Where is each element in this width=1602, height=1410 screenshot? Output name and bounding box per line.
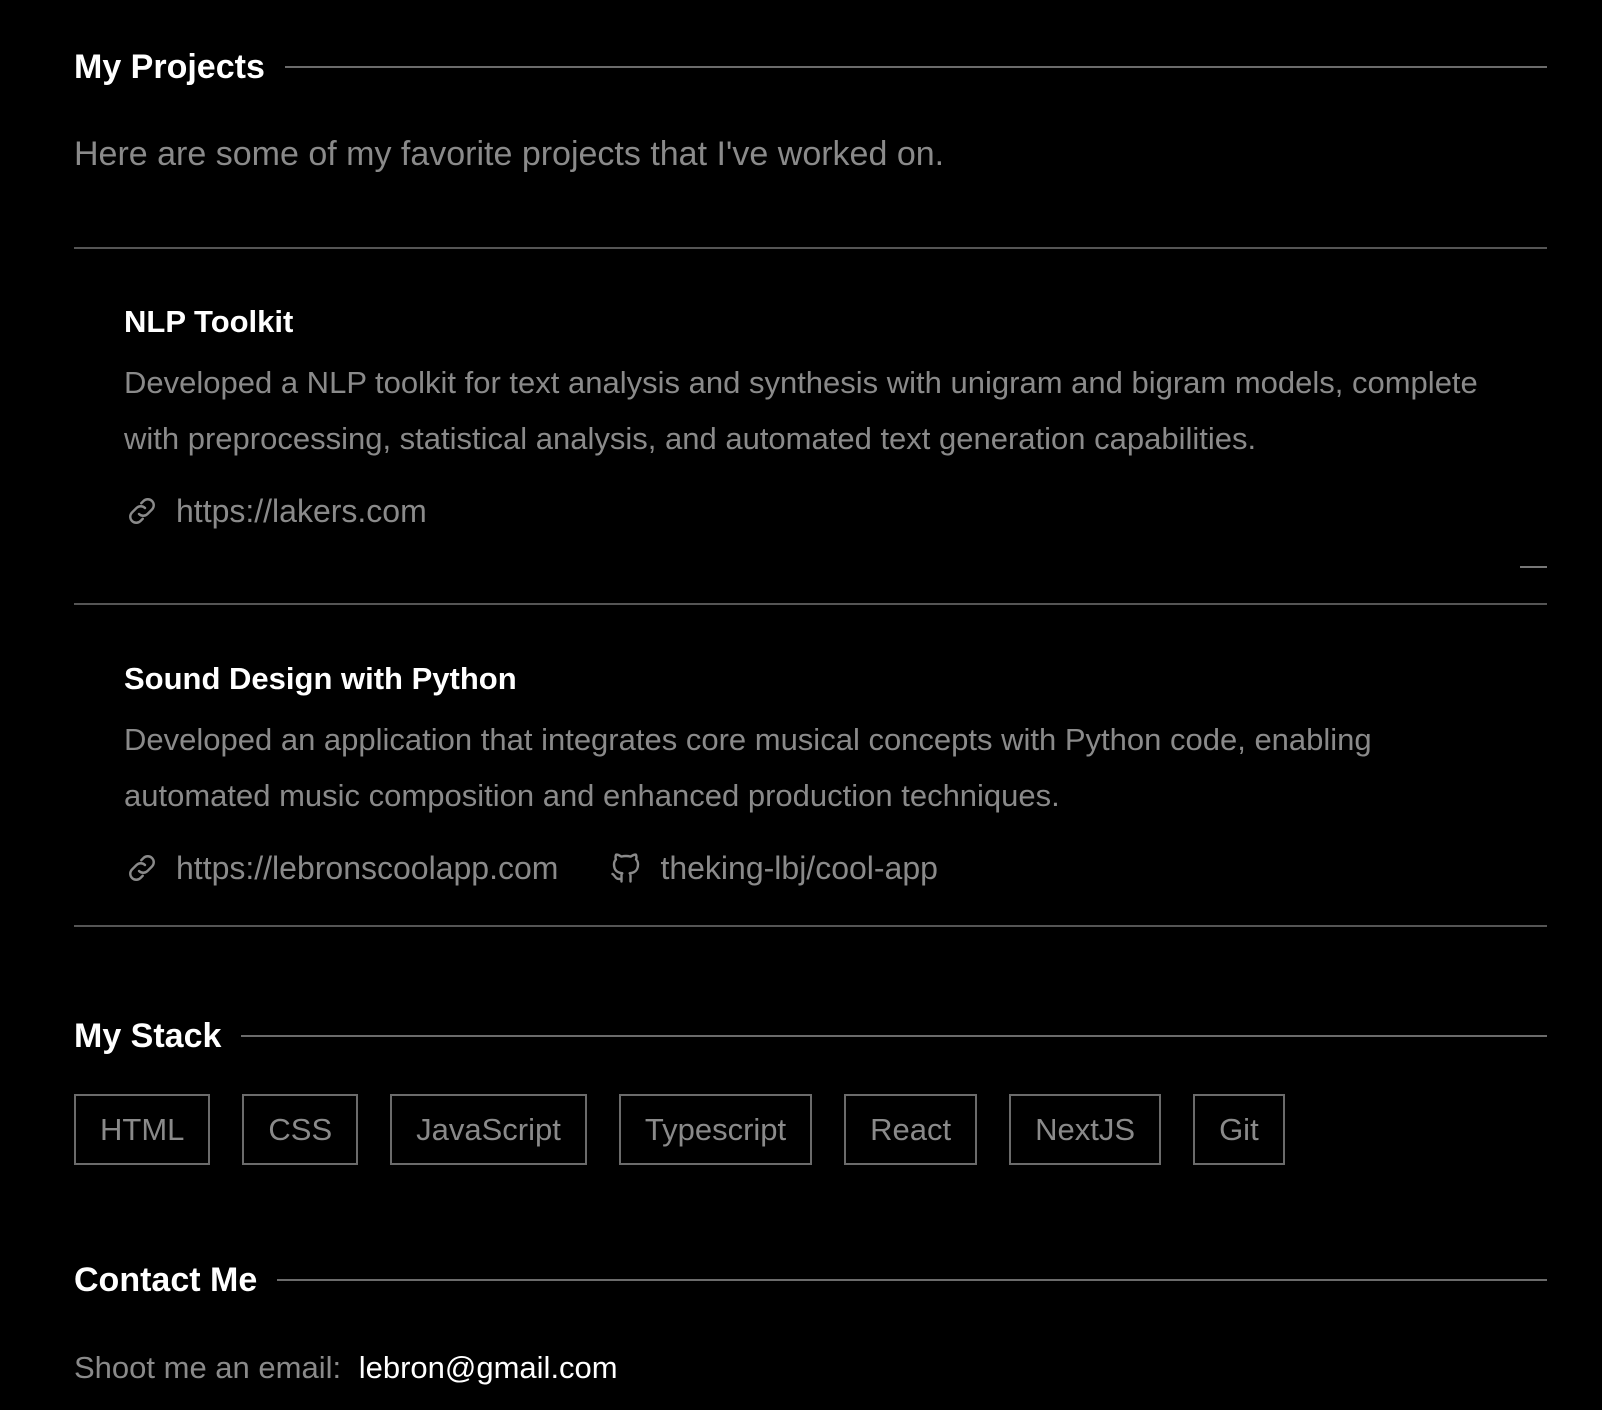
project-website-text: https://lakers.com [176, 492, 427, 529]
section-divider [284, 66, 1547, 68]
stack-chip-git[interactable]: Git [1193, 1094, 1285, 1165]
project-links: https://lakers.com [124, 491, 1524, 531]
section-divider [241, 1035, 1547, 1037]
contact-email-link[interactable]: lebron@gmail.com [359, 1350, 618, 1385]
project-divider [74, 925, 1547, 927]
stack-chip-css[interactable]: CSS [242, 1094, 359, 1165]
link-icon [129, 855, 155, 881]
project-repo-link[interactable]: theking-lbj/cool-app [608, 850, 938, 887]
stack-chip-html[interactable]: HTML [74, 1094, 211, 1165]
projects-section-title: My Projects [74, 48, 265, 86]
contact-section-title: Contact Me [74, 1261, 258, 1299]
stack-chip-react[interactable]: React [844, 1094, 978, 1165]
link-icon [129, 498, 155, 524]
project-title: Sound Design with Python [124, 661, 517, 696]
project-divider [74, 247, 1547, 249]
project-website-link[interactable]: https://lebronscoolapp.com [124, 850, 558, 887]
collapse-toggle[interactable] [1520, 566, 1547, 568]
project-description: Developed a NLP toolkit for text analysi… [124, 365, 1478, 456]
project-website-link[interactable]: https://lakers.com [124, 493, 427, 530]
project-card-nlp-toolkit: NLP Toolkit Developed a NLP toolkit for … [124, 306, 1524, 531]
projects-section-header: My Projects [74, 50, 1547, 84]
section-divider [277, 1279, 1547, 1281]
stack-list: HTML CSS JavaScript Typescript React Nex… [74, 1094, 1317, 1165]
github-icon [611, 853, 640, 883]
stack-section-header: My Stack [74, 1019, 1547, 1053]
stack-chip-typescript[interactable]: Typescript [618, 1094, 813, 1165]
project-website-text: https://lebronscoolapp.com [176, 849, 559, 886]
stack-section-title: My Stack [74, 1017, 222, 1055]
projects-intro: Here are some of my favorite projects th… [74, 135, 945, 173]
contact-section-header: Contact Me [74, 1263, 1547, 1297]
stack-chip-javascript[interactable]: JavaScript [390, 1094, 587, 1165]
project-card-sound-design: Sound Design with Python Developed an ap… [124, 663, 1524, 888]
project-links: https://lebronscoolapp.com theking-lbj/c… [124, 848, 1524, 888]
project-repo-text: theking-lbj/cool-app [660, 849, 938, 886]
contact-label: Shoot me an email: [74, 1350, 342, 1385]
project-title: NLP Toolkit [124, 304, 294, 339]
project-description: Developed an application that integrates… [124, 722, 1372, 813]
project-divider [74, 603, 1547, 605]
contact-line: Shoot me an email: lebron@gmail.com [74, 1349, 618, 1386]
stack-chip-nextjs[interactable]: NextJS [1009, 1094, 1162, 1165]
